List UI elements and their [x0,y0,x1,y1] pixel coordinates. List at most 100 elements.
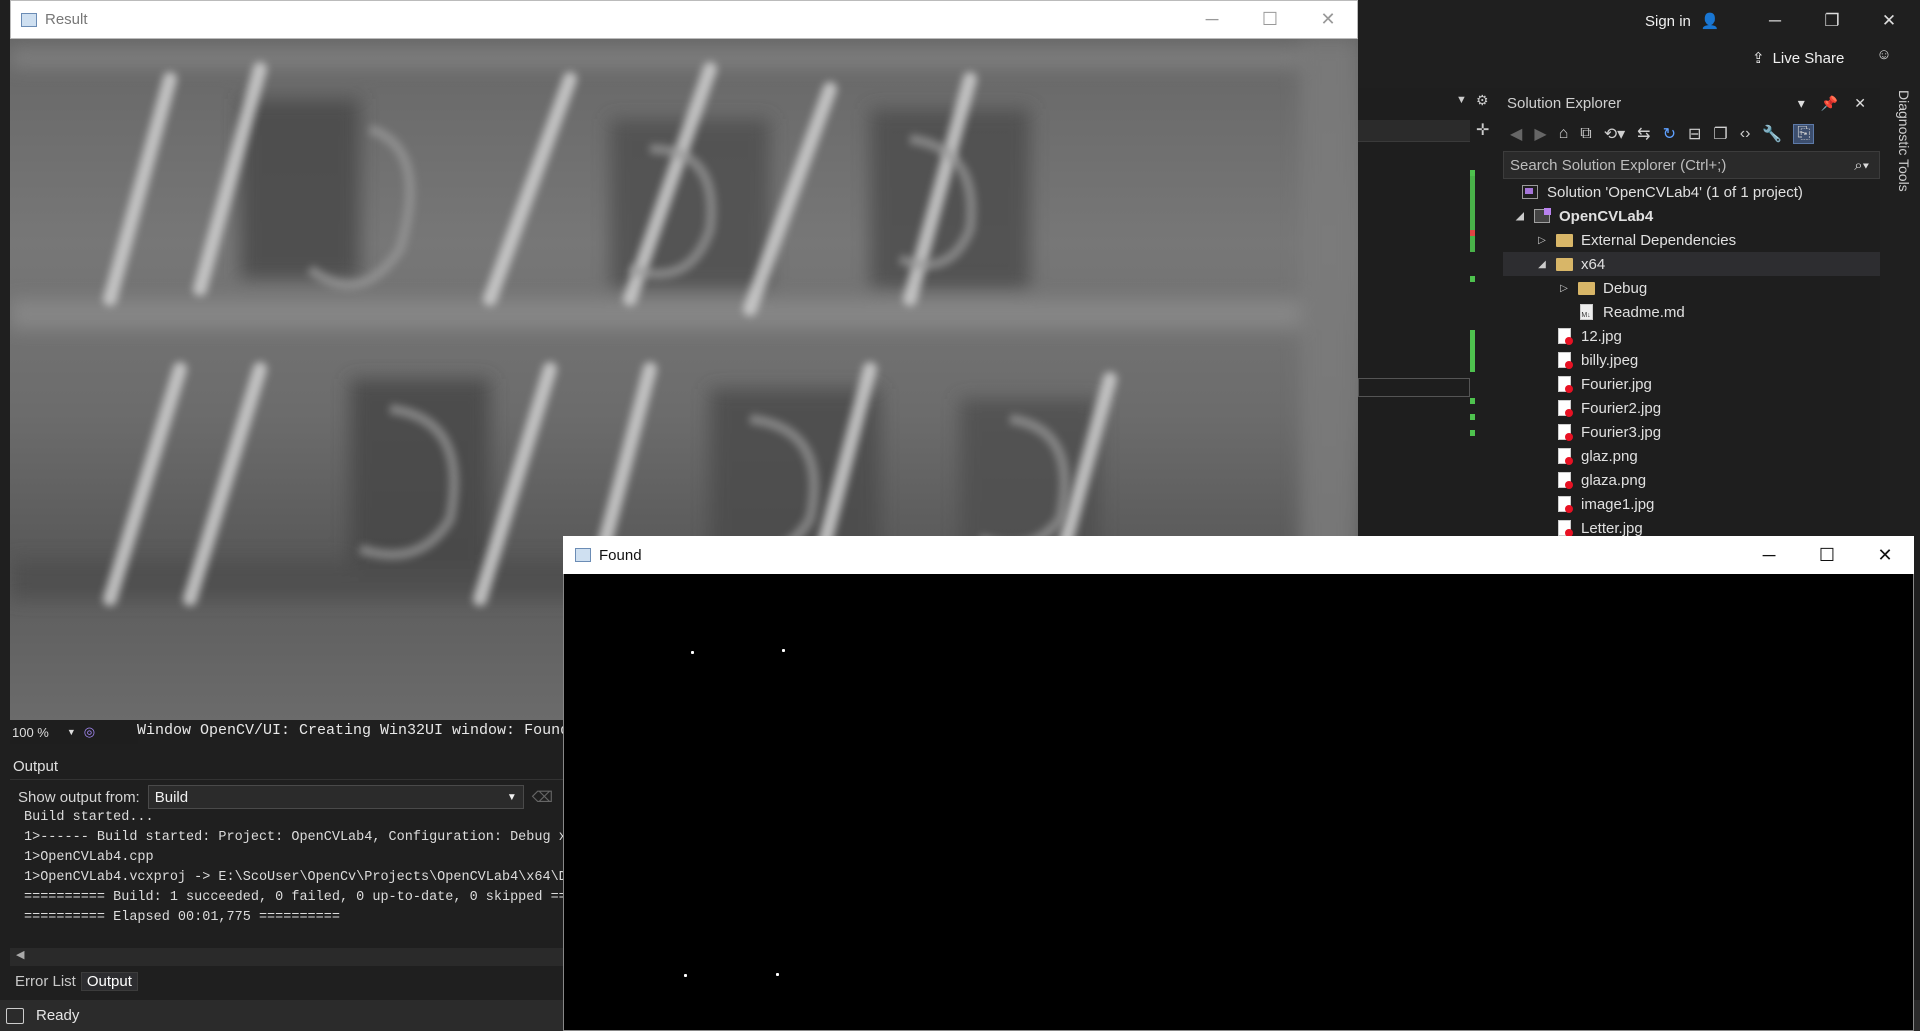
share-icon: ⇪ [1752,50,1765,67]
expanded-icon[interactable]: ◢ [1513,211,1527,222]
app-icon [575,548,591,562]
output-line: 1>OpenCVLab4.vcxproj -> E:\ScoUser\OpenC… [24,870,568,885]
chevron-down-icon[interactable]: ▾ [1798,95,1805,112]
output-line: 1>OpenCVLab4.cpp [24,850,154,865]
result-close-button[interactable]: ✕ [1299,9,1357,30]
tree-item-x64[interactable]: ◢ x64 [1503,252,1880,276]
clear-output-icon[interactable]: ⌫ [532,788,553,806]
image-file-icon [1555,519,1573,537]
result-titlebar[interactable]: Result ─ ☐ ✕ [10,0,1358,39]
tab-output[interactable]: Output [80,971,138,991]
properties-icon[interactable]: 🔧 [1762,124,1782,144]
preview-icon[interactable]: ⎘ [1793,124,1815,144]
solution-icon [1521,183,1539,201]
tree-label: Letter.jpg [1581,519,1643,537]
tree-item-file[interactable]: image1.jpg [1503,492,1880,516]
gear-icon[interactable]: ⚙ [1476,92,1489,109]
output-line: 1>------ Build started: Project: OpenCVL… [24,830,568,845]
tree-label: glaza.png [1581,471,1647,489]
markdown-file-icon: M↓ [1577,303,1595,321]
result-minimize-button[interactable]: ─ [1183,9,1241,30]
forward-icon[interactable]: ▶ [1534,124,1546,144]
output-line: ========== Build: 1 succeeded, 0 failed,… [24,890,568,905]
found-maximize-button[interactable]: ☐ [1798,545,1856,566]
sync-icon[interactable]: ⇆ [1637,124,1650,144]
collapsed-icon[interactable]: ▷ [1535,235,1549,246]
chevron-down-icon[interactable]: ▼ [67,727,76,737]
editor-line-highlight [1358,378,1470,397]
output-horizontal-scrollbar[interactable]: ◀ [10,948,568,966]
tree-label: OpenCVLab4 [1559,207,1654,225]
found-point [782,649,785,652]
scroll-map[interactable] [1468,170,1478,530]
notification-icon[interactable] [6,1007,24,1024]
collapse-all-icon[interactable]: ⊟ [1688,124,1701,144]
solution-explorer-search[interactable]: Search Solution Explorer (Ctrl+;) ⌕▾ [1503,151,1880,179]
editor-strip [1358,88,1504,538]
result-maximize-button[interactable]: ☐ [1241,9,1299,30]
found-point [691,651,694,654]
vs-close-button[interactable]: ✕ [1866,6,1912,36]
found-point [684,974,687,977]
tree-item-file[interactable]: Fourier2.jpg [1503,396,1880,420]
sign-in-button[interactable]: Sign in 👤 [1645,8,1720,34]
tree-item-file[interactable]: Fourier3.jpg [1503,420,1880,444]
tree-item-file[interactable]: Fourier.jpg [1503,372,1880,396]
output-source-select[interactable]: Build ▼ [147,785,524,809]
found-close-button[interactable]: ✕ [1856,545,1914,566]
bottom-tabs: Error List Output [10,968,568,994]
search-icon[interactable]: ⌕▾ [1854,157,1879,174]
found-titlebar[interactable]: Found ─ ☐ ✕ [563,536,1914,574]
view-code-icon[interactable]: ‹› [1740,125,1751,143]
tree-label: Debug [1603,279,1648,297]
collapsed-icon[interactable]: ▷ [1557,283,1571,294]
zoom-control[interactable]: 100 % ▼ ◎ [10,720,138,744]
diagnostic-tools-tab[interactable]: Diagnostic Tools [1884,88,1912,248]
tree-item-readme[interactable]: M↓ Readme.md [1503,300,1880,324]
output-line: ========== Elapsed 00:01,775 ========== [24,910,340,925]
found-title: Found [599,546,642,564]
tree-label: Solution 'OpenCVLab4' (1 of 1 project) [1547,183,1803,201]
tree-item-project[interactable]: ◢ OpenCVLab4 [1503,204,1880,228]
tree-item-file[interactable]: 12.jpg [1503,324,1880,348]
feedback-icon[interactable]: ☺ [1872,46,1896,70]
tree-item-external-dependencies[interactable]: ▷ External Dependencies [1503,228,1880,252]
tree-label: Fourier3.jpg [1581,423,1662,441]
folder-icon [1577,279,1595,297]
tree-item-solution[interactable]: Solution 'OpenCVLab4' (1 of 1 project) [1503,180,1880,204]
output-text: Build started... 1>------ Build started: … [10,808,568,948]
tree-label: Fourier.jpg [1581,375,1652,393]
output-source-value: Build [154,788,189,806]
home-icon[interactable]: ⌂ [1559,125,1569,143]
output-header: Output [10,754,568,780]
copilot-icon[interactable]: ◎ [84,724,95,740]
tree-item-file[interactable]: glaza.png [1503,468,1880,492]
tree-label: Fourier2.jpg [1581,399,1662,417]
tree-item-debug[interactable]: ▷ Debug [1503,276,1880,300]
tab-error-list[interactable]: Error List [10,973,81,990]
account-icon: 👤 [1700,13,1720,30]
found-window [563,536,1914,1031]
switch-views-icon[interactable]: ⧉ [1580,125,1591,143]
live-share-button[interactable]: ⇪ Live Share [1752,46,1844,70]
image-file-icon [1555,327,1573,345]
tree-label: image1.jpg [1581,495,1655,513]
close-icon[interactable]: ✕ [1854,95,1866,112]
dropdown-arrow-icon[interactable]: ▼ [1456,94,1467,106]
split-icon[interactable]: ✛ [1476,120,1489,140]
pin-icon[interactable]: 📌 [1821,95,1838,112]
tree-item-file[interactable]: billy.jpeg [1503,348,1880,372]
vs-restore-button[interactable]: ❐ [1809,6,1855,36]
vs-minimize-button[interactable]: ─ [1752,6,1798,36]
expanded-icon[interactable]: ◢ [1535,259,1549,270]
editor-dropdown[interactable] [1358,120,1470,142]
history-icon[interactable]: ⟲▾ [1604,124,1625,144]
show-all-files-icon[interactable]: ❐ [1713,124,1727,144]
back-icon[interactable]: ◀ [1510,124,1522,144]
image-file-icon [1555,471,1573,489]
refresh-icon[interactable]: ↻ [1663,124,1676,144]
output-source-row: Show output from: Build ▼ ⌫ [18,784,568,810]
tree-item-file[interactable]: glaz.png [1503,444,1880,468]
found-minimize-button[interactable]: ─ [1740,545,1798,566]
folder-icon [1555,231,1573,249]
